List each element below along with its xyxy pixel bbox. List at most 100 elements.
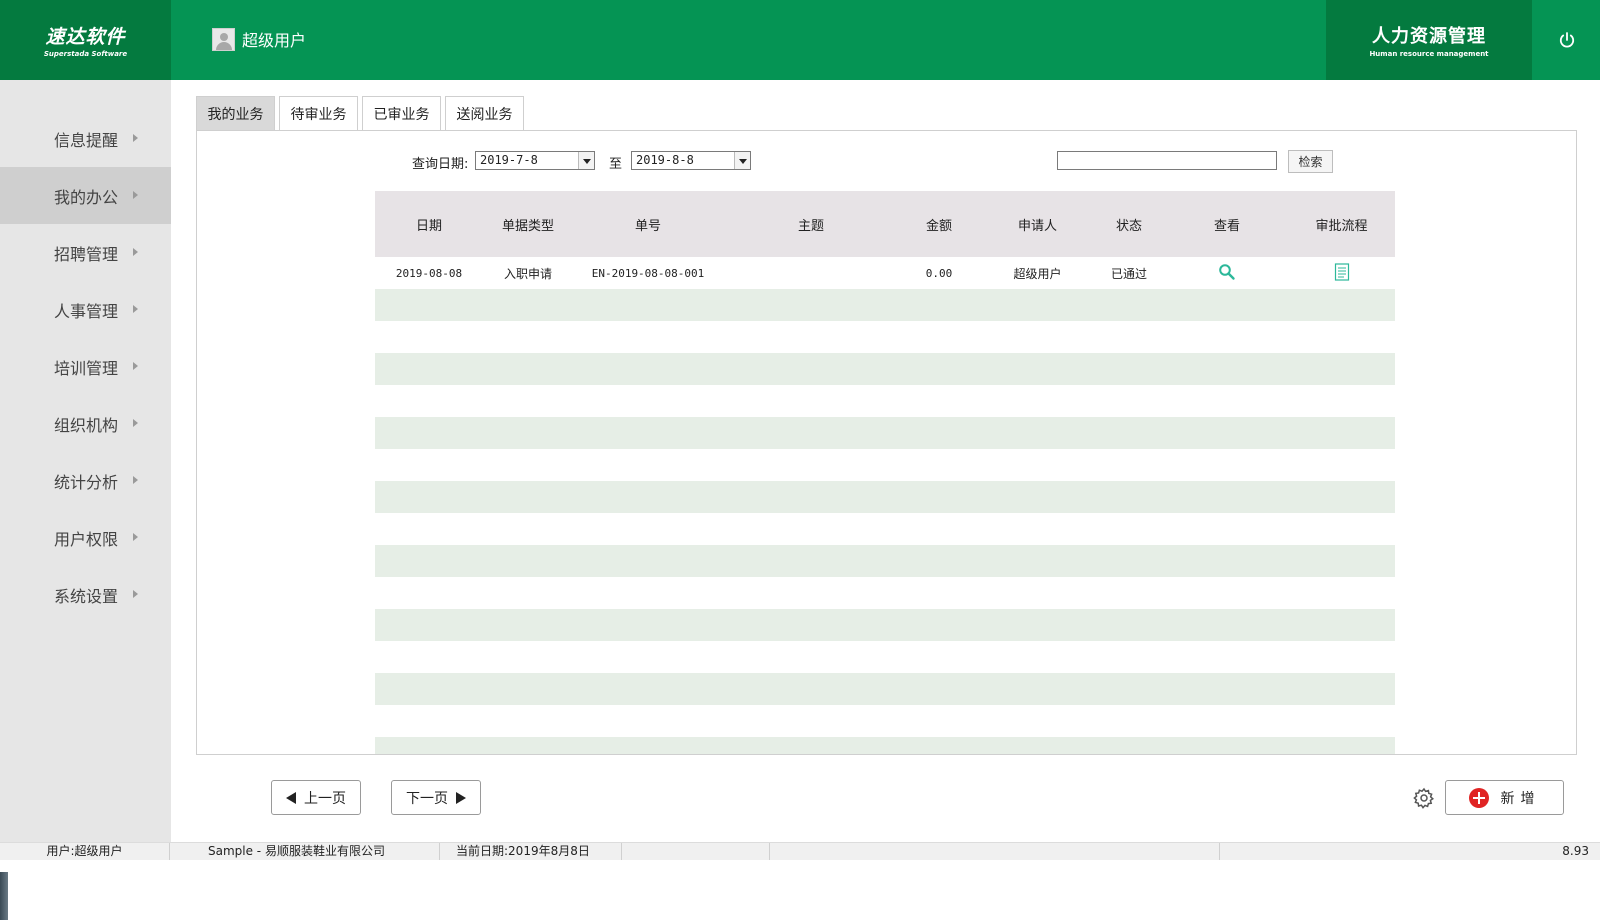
chevron-right-icon (133, 305, 138, 313)
tab-my-business[interactable]: 我的业务 (196, 96, 275, 131)
sidebar-item-recruitment[interactable]: 招聘管理 (0, 224, 171, 281)
search-button[interactable]: 检索 (1288, 150, 1333, 173)
query-date-label: 查询日期: (412, 157, 469, 172)
table-row[interactable] (375, 641, 1395, 673)
column-header-approval-flow: 审批流程 (1315, 218, 1368, 234)
date-to-label: 至 (609, 157, 623, 172)
sidebar-item-training[interactable]: 培训管理 (0, 338, 171, 395)
query-bar: 查询日期: 2019-7-8 至 2019-8-8 检索 (197, 131, 1576, 191)
next-page-label: 下一页 (406, 790, 448, 807)
column-header-amount: 金额 (925, 218, 952, 234)
gear-icon[interactable] (1413, 787, 1435, 809)
table-row[interactable] (375, 513, 1395, 545)
column-header-subject: 主题 (797, 218, 824, 234)
chevron-right-icon (133, 248, 138, 256)
tab-pending-review[interactable]: 待审业务 (279, 96, 358, 131)
approval-flow-cell (1292, 262, 1391, 284)
sidebar-item-organization[interactable]: 组织机构 (0, 395, 171, 452)
tab-sent-for-reading[interactable]: 送阅业务 (445, 96, 524, 131)
module-title: 人力资源管理 (1372, 26, 1486, 47)
next-page-button[interactable]: 下一页 (391, 780, 481, 815)
sidebar-item-personnel[interactable]: 人事管理 (0, 281, 171, 338)
sidebar-resize-handle[interactable] (0, 872, 8, 920)
date-to-select[interactable]: 2019-8-8 (631, 151, 751, 170)
status-company: Sample - 易顺服装鞋业有限公司 (170, 843, 440, 860)
tab-bar: 我的业务 待审业务 已审业务 送阅业务 (196, 96, 528, 131)
search-icon[interactable] (1218, 263, 1236, 284)
sidebar-item-label: 组织机构 (54, 415, 119, 435)
date-to-value: 2019-8-8 (636, 153, 694, 167)
document-icon[interactable] (1334, 262, 1350, 284)
table-row[interactable] (375, 737, 1395, 754)
column-header-applicant: 申请人 (1017, 218, 1057, 234)
cell-date: 2019-08-08 (395, 266, 463, 280)
sidebar-item-label: 统计分析 (54, 472, 119, 492)
table-row[interactable] (375, 321, 1395, 353)
table-row[interactable] (375, 577, 1395, 609)
sidebar-item-label: 信息提醒 (54, 130, 119, 150)
table-row[interactable] (375, 289, 1395, 321)
sidebar-item-label: 培训管理 (54, 358, 119, 378)
column-header-view: 查看 (1213, 218, 1240, 234)
sidebar-item-system-settings[interactable]: 系统设置 (0, 566, 171, 623)
table-row[interactable] (375, 705, 1395, 737)
triangle-right-icon (456, 791, 466, 804)
sidebar-item-label: 我的办公 (54, 187, 119, 207)
cell-amount: 0.00 (925, 266, 953, 280)
table-row[interactable] (375, 481, 1395, 513)
table-row[interactable] (375, 545, 1395, 577)
sidebar-item-info-reminder[interactable]: 信息提醒 (0, 110, 171, 167)
avatar-icon (212, 27, 235, 51)
chevron-down-icon[interactable] (734, 152, 750, 169)
table-row[interactable] (375, 673, 1395, 705)
column-header-date: 日期 (415, 218, 442, 234)
business-table: 日期 单据类型 单号 主题 金额 申请人 状态 查看 审批流程 2019-08-… (375, 191, 1395, 754)
search-input[interactable] (1057, 151, 1277, 170)
sidebar-item-label: 招聘管理 (54, 244, 119, 264)
sidebar-item-statistics[interactable]: 统计分析 (0, 452, 171, 509)
chevron-right-icon (133, 134, 138, 142)
status-date: 当前日期:2019年8月8日 (440, 843, 622, 860)
status-bar: 用户:超级用户 Sample - 易顺服装鞋业有限公司 当前日期:2019年8月… (0, 842, 1600, 860)
column-header-number: 单号 (634, 218, 661, 234)
plus-circle-icon (1468, 787, 1489, 808)
cell-applicant: 超级用户 (1013, 266, 1062, 281)
table-body: 2019-08-08 入职申请 EN-2019-08-08-001 0.00 超… (375, 257, 1395, 754)
sidebar-item-user-permissions[interactable]: 用户权限 (0, 509, 171, 566)
sidebar-item-label: 人事管理 (54, 301, 119, 321)
prev-page-button[interactable]: 上一页 (271, 780, 361, 815)
chevron-right-icon (133, 191, 138, 199)
status-user: 用户:超级用户 (0, 843, 170, 860)
status-empty-cell (622, 843, 770, 860)
column-header-type: 单据类型 (501, 218, 554, 234)
view-cell (1162, 263, 1292, 284)
triangle-left-icon (286, 791, 296, 804)
chevron-right-icon (133, 590, 138, 598)
app-header: 速达软件 Superstada Software 超级用户 人力资源管理 Hum… (0, 0, 1600, 80)
date-from-select[interactable]: 2019-7-8 (475, 151, 595, 170)
sidebar-item-label: 系统设置 (54, 586, 119, 606)
status-empty-cell (770, 843, 1220, 860)
logo-title: 速达软件 (45, 26, 126, 48)
table-row[interactable] (375, 353, 1395, 385)
chevron-down-icon[interactable] (578, 152, 594, 169)
brand-logo: 速达软件 Superstada Software (0, 0, 171, 80)
date-from-value: 2019-7-8 (480, 153, 538, 167)
table-row[interactable] (375, 417, 1395, 449)
prev-page-label: 上一页 (304, 790, 346, 807)
sidebar-item-my-office[interactable]: 我的办公 (0, 167, 171, 224)
power-icon[interactable] (1555, 28, 1579, 52)
chevron-right-icon (133, 362, 138, 370)
status-version: 8.93 (1562, 844, 1589, 858)
add-new-label: 新增 (1500, 790, 1541, 807)
current-user: 超级用户 (212, 27, 306, 51)
add-new-button[interactable]: 新增 (1445, 780, 1564, 815)
logo-subtitle: Superstada Software (43, 50, 128, 58)
table-row[interactable] (375, 385, 1395, 417)
sidebar: 信息提醒 我的办公 招聘管理 人事管理 培训管理 组织机构 统计分析 用户权限 … (0, 80, 171, 920)
tab-reviewed[interactable]: 已审业务 (362, 96, 441, 131)
table-row[interactable] (375, 449, 1395, 481)
table-row[interactable] (375, 609, 1395, 641)
table-row[interactable]: 2019-08-08 入职申请 EN-2019-08-08-001 0.00 超… (375, 257, 1395, 289)
username-label: 超级用户 (242, 31, 307, 50)
